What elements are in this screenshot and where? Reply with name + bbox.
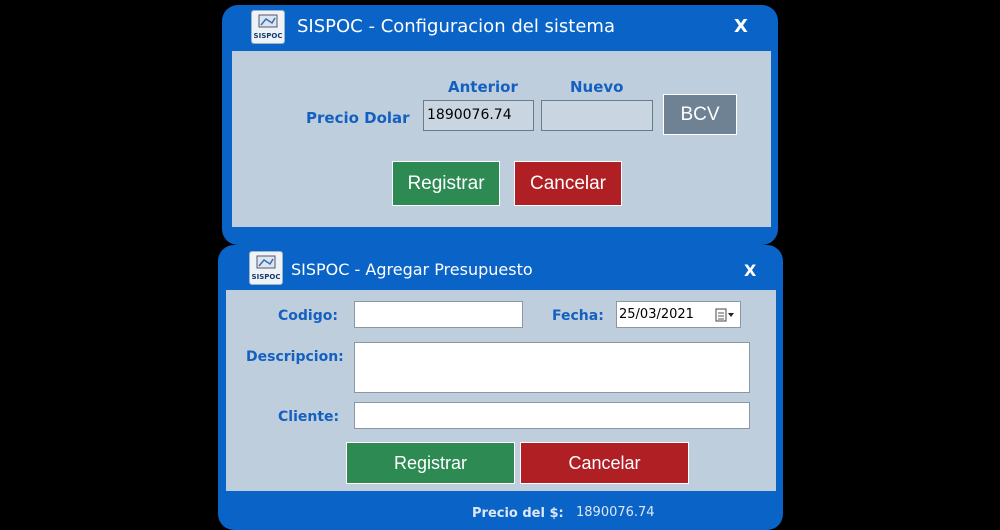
fecha-date-picker[interactable]: 25/03/2021 [616,301,741,328]
bcv-button[interactable]: BCV [663,94,737,135]
registrar-button[interactable]: Registrar [346,442,515,484]
config-window: SISPOC SISPOC - Configuracion del sistem… [222,5,778,245]
descripcion-input[interactable] [354,342,750,393]
calendar-dropdown-icon[interactable] [715,307,735,323]
codigo-label: Codigo: [278,308,338,324]
footer-price-value: 1890076.74 [576,505,655,520]
anterior-price-value: 1890076.74 [427,107,512,123]
logo-text: SISPOC [254,32,283,40]
window-title: SISPOC - Agregar Presupuesto [291,260,533,279]
logo-text: SISPOC [252,273,281,281]
column-header-anterior: Anterior [448,78,518,96]
cancelar-button[interactable]: Cancelar [520,442,689,484]
nuevo-price-field[interactable] [541,100,653,131]
window-title: SISPOC - Configuracion del sistema [297,16,615,37]
sispoc-logo: SISPOC [249,251,283,285]
fecha-value: 25/03/2021 [619,307,694,322]
close-button[interactable]: X [744,261,756,280]
cliente-input[interactable] [354,402,750,429]
footer-price-label: Precio del $: [472,506,564,521]
sispoc-logo: SISPOC [251,10,285,44]
descripcion-label: Descripcion: [246,349,344,365]
column-header-nuevo: Nuevo [570,78,624,96]
budget-panel: Codigo: Fecha: 25/03/2021 Descripcion: C… [226,290,776,491]
registrar-button[interactable]: Registrar [392,161,500,206]
cliente-label: Cliente: [278,409,340,425]
budget-window: SISPOC SISPOC - Agregar Presupuesto X Co… [218,245,783,530]
config-panel: Anterior Nuevo Precio Dolar 1890076.74 B… [232,51,771,227]
precio-dolar-label: Precio Dolar [306,109,410,127]
close-button[interactable]: X [734,16,748,37]
fecha-label: Fecha: [552,308,604,324]
anterior-price-field: 1890076.74 [423,100,534,131]
cancelar-button[interactable]: Cancelar [514,161,622,206]
codigo-input[interactable] [354,301,523,328]
